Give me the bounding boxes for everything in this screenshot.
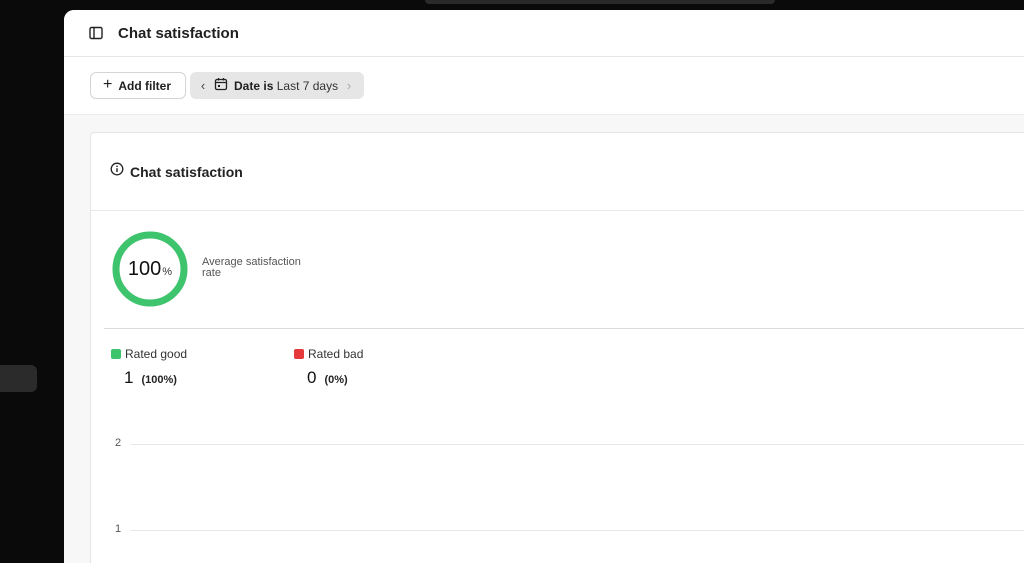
card-header: Chat satisfaction: [91, 133, 1024, 211]
rated-good-count: 1: [124, 368, 134, 387]
satisfaction-rate: 100 %: [111, 230, 189, 308]
page-title: Chat satisfaction: [118, 24, 239, 42]
legend-rated-bad: Rated bad 0 (0%): [294, 347, 363, 388]
sidebar-toggle-icon[interactable]: [88, 25, 104, 41]
window-tab-strip: [425, 0, 775, 4]
rated-good-label: Rated good: [125, 347, 188, 361]
rated-good-swatch: [111, 349, 121, 359]
gridline: [131, 530, 1024, 531]
rated-bad-swatch: [294, 349, 304, 359]
satisfaction-rate-label: Average satisfaction rate: [202, 256, 301, 279]
chat-satisfaction-card: Chat satisfaction 100 % Average satisfac…: [90, 132, 1024, 563]
date-filter-chip[interactable]: ‹ Date is Last 7 days ›: [190, 72, 365, 99]
date-filter-field: Date is: [234, 78, 274, 93]
chevron-left-icon[interactable]: ‹: [198, 78, 208, 93]
chevron-right-icon[interactable]: ›: [344, 78, 354, 93]
card-title: Chat satisfaction: [130, 163, 243, 180]
background-pill: [0, 365, 37, 392]
y-tick-label: 1: [114, 523, 122, 535]
plus-icon: +: [103, 76, 113, 93]
titlebar: Chat satisfaction: [64, 10, 1024, 57]
rated-bad-label: Rated bad: [308, 347, 364, 361]
filter-bar: + Add filter ‹ Date is Last 7 days ›: [64, 57, 1024, 115]
summary-section: 100 % Average satisfaction rate: [91, 211, 1024, 329]
app-window: Chat satisfaction + Add filter ‹ Date is…: [64, 10, 1024, 563]
satisfaction-rate-unit: %: [162, 266, 173, 278]
legend-rated-good: Rated good 1 (100%): [111, 347, 187, 388]
ratings-chart: 2 1: [91, 437, 1024, 563]
add-filter-label: Add filter: [118, 78, 172, 93]
calendar-icon: [214, 77, 228, 94]
rating-legend: Rated good 1 (100%) Rated bad 0 (0%): [91, 329, 1024, 389]
date-filter-value: Last 7 days: [276, 78, 339, 93]
satisfaction-rate-value: 100: [127, 257, 162, 280]
info-icon[interactable]: [110, 162, 124, 181]
rated-bad-percent: (0%): [324, 374, 348, 386]
rated-good-percent: (100%): [141, 374, 177, 386]
y-tick-label: 2: [114, 437, 122, 449]
rated-bad-count: 0: [307, 368, 317, 387]
report-content: Chat satisfaction 100 % Average satisfac…: [64, 117, 1024, 563]
gridline: [131, 444, 1024, 445]
add-filter-button[interactable]: + Add filter: [90, 72, 187, 99]
